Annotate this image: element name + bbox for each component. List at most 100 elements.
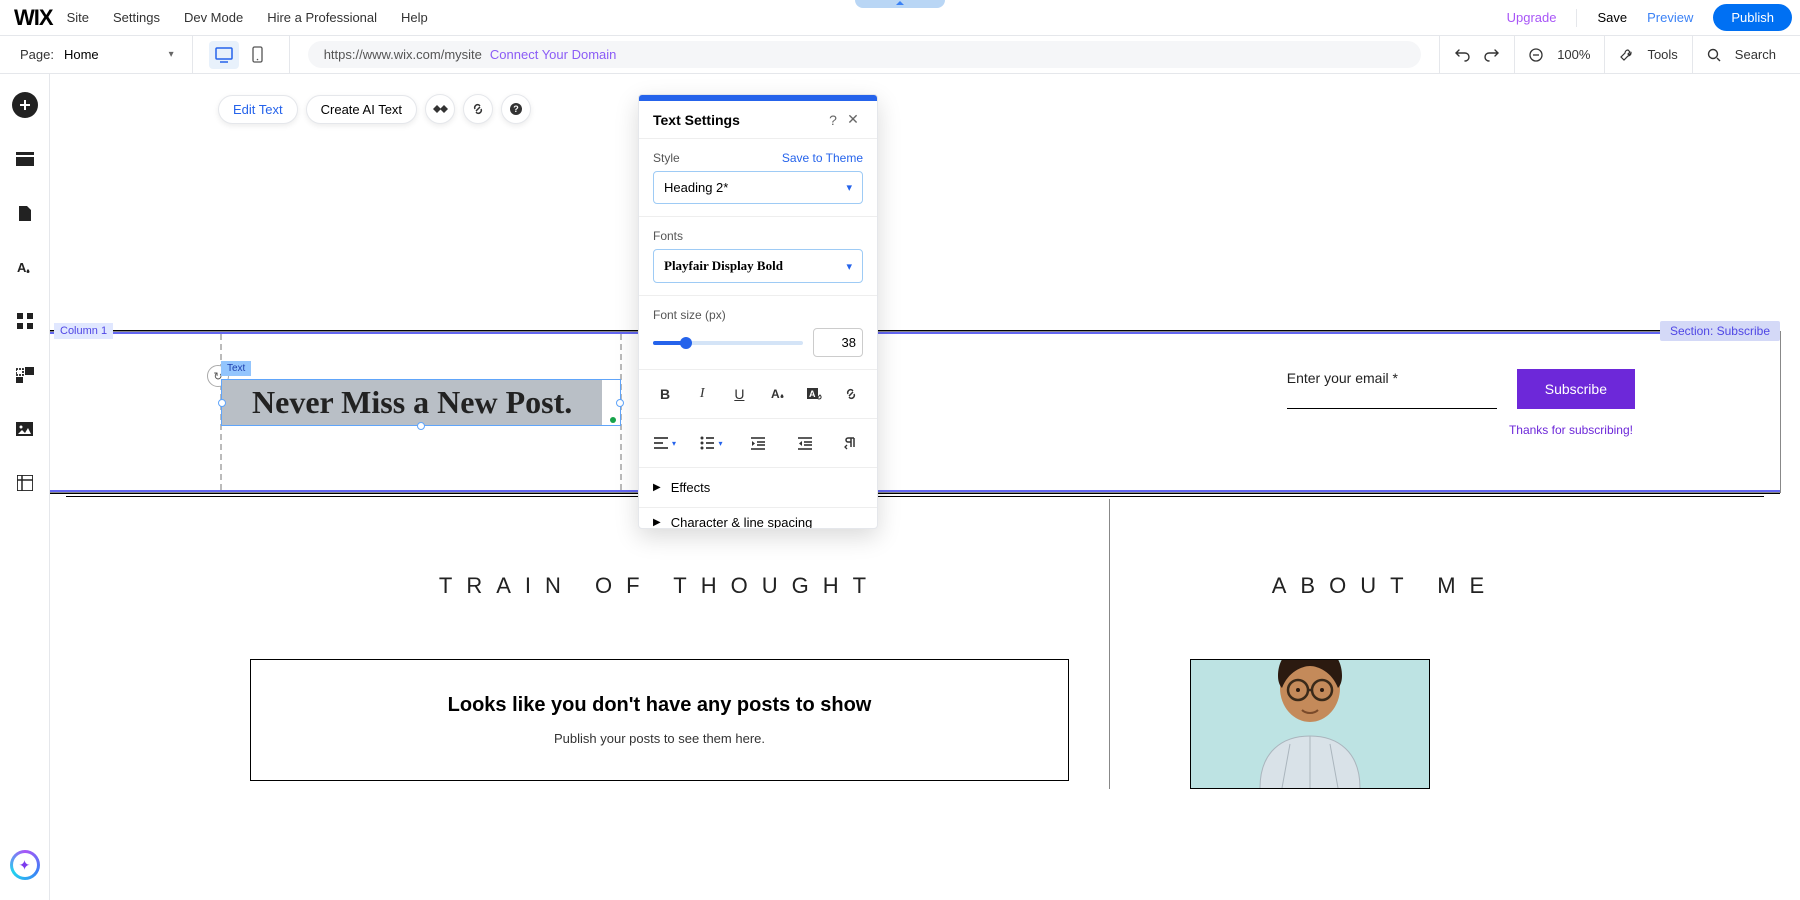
selected-text-element[interactable]: ↻ Text Never Miss a New Post.	[221, 379, 621, 426]
train-heading: TRAIN OF THOUGHT	[250, 573, 1069, 599]
outdent-button[interactable]	[746, 431, 770, 455]
style-value: Heading 2*	[664, 180, 728, 195]
font-select[interactable]: Playfair Display Bold ▾	[653, 249, 863, 283]
canvas: Edit Text Create AI Text ? Column 1 Sect…	[50, 74, 1800, 900]
panel-help-button[interactable]: ?	[823, 112, 843, 128]
font-size-label: Font size (px)	[653, 308, 726, 322]
bold-button[interactable]: B	[653, 382, 677, 406]
save-button[interactable]: Save	[1597, 10, 1627, 25]
menu-settings[interactable]: Settings	[113, 10, 160, 25]
separator	[192, 36, 193, 74]
list-button[interactable]: ▾	[700, 431, 724, 455]
apps-button[interactable]	[12, 308, 38, 334]
subscribe-button[interactable]: Subscribe	[1517, 369, 1635, 409]
publish-button[interactable]: Publish	[1713, 4, 1792, 31]
help-button[interactable]: ?	[501, 94, 531, 124]
text-color-button[interactable]: A	[765, 382, 789, 406]
url-bar[interactable]: https://www.wix.com/mysite Connect Your …	[308, 41, 1421, 68]
text-format-row: B I U A A	[639, 370, 877, 419]
zoom-icon	[1529, 48, 1543, 62]
media-button[interactable]	[12, 416, 38, 442]
add-button[interactable]	[12, 92, 38, 118]
status-dot	[610, 417, 616, 423]
page-name: Home	[64, 47, 99, 62]
indent-button[interactable]	[793, 431, 817, 455]
cms-button[interactable]	[12, 470, 38, 496]
theme-button[interactable]: A	[12, 254, 38, 280]
desktop-view-button[interactable]	[209, 41, 239, 69]
wix-logo[interactable]: WIX	[14, 5, 53, 31]
about-heading: ABOUT ME	[1190, 573, 1580, 599]
zoom-control[interactable]: 100%	[1514, 36, 1604, 74]
chevron-down-icon: ▾	[846, 181, 852, 194]
element-toolbar: Edit Text Create AI Text ?	[218, 94, 531, 124]
italic-button[interactable]: I	[690, 382, 714, 406]
menu-help[interactable]: Help	[401, 10, 428, 25]
save-to-theme-link[interactable]: Save to Theme	[782, 151, 863, 165]
resize-handle-right[interactable]	[616, 399, 624, 407]
editor-toolbar: Page: Home ▾ https://www.wix.com/mysite …	[0, 36, 1800, 74]
subscribe-section[interactable]: ↻ Text Never Miss a New Post. Enter your…	[50, 332, 1780, 492]
sections-button[interactable]	[12, 146, 38, 172]
slider-thumb[interactable]	[680, 337, 692, 349]
divider	[1576, 9, 1577, 27]
font-size-input[interactable]	[813, 328, 863, 357]
toolbar-right: 100% Tools Search	[1439, 36, 1790, 74]
link-button[interactable]	[839, 382, 863, 406]
redo-button[interactable]	[1484, 47, 1500, 63]
create-ai-text-button[interactable]: Create AI Text	[306, 95, 417, 124]
svg-text:A: A	[771, 387, 780, 401]
heading-text[interactable]: Never Miss a New Post.	[222, 380, 602, 425]
link-button[interactable]	[463, 94, 493, 124]
undo-button[interactable]	[1454, 47, 1470, 63]
text-direction-button[interactable]	[839, 431, 863, 455]
search-button[interactable]: Search	[1692, 36, 1790, 74]
page-selector[interactable]: Home ▾	[64, 47, 182, 62]
avatar-illustration	[1220, 659, 1400, 788]
menu-hire-pro[interactable]: Hire a Professional	[267, 10, 377, 25]
thanks-message: Thanks for subscribing!	[1509, 423, 1633, 437]
panel-title: Text Settings	[653, 112, 823, 128]
fonts-label: Fonts	[653, 229, 683, 243]
ai-assistant-button[interactable]: ✦	[10, 850, 40, 880]
style-label: Style	[653, 151, 680, 165]
char-spacing-row[interactable]: ▶ Character & line spacing	[639, 508, 877, 528]
font-size-slider[interactable]	[653, 341, 803, 345]
highlight-button[interactable]: A	[802, 382, 826, 406]
zoom-value: 100%	[1557, 47, 1590, 62]
align-button[interactable]: ▾	[653, 431, 677, 455]
top-handle[interactable]	[855, 0, 945, 8]
mobile-view-button[interactable]	[243, 41, 273, 69]
tools-button[interactable]: Tools	[1604, 36, 1691, 74]
effects-label: Effects	[671, 480, 711, 495]
pages-button[interactable]	[12, 200, 38, 226]
menu-dev-mode[interactable]: Dev Mode	[184, 10, 243, 25]
chevron-down-icon: ▾	[846, 260, 852, 273]
expand-arrow-icon: ▶	[653, 482, 661, 493]
preview-button[interactable]: Preview	[1647, 10, 1693, 25]
business-button[interactable]	[12, 362, 38, 388]
section-label[interactable]: Section: Subscribe	[1660, 321, 1780, 341]
style-select[interactable]: Heading 2* ▾	[653, 171, 863, 204]
left-rail: A ✦	[0, 74, 50, 900]
resize-handle-bottom[interactable]	[417, 422, 425, 430]
about-image[interactable]	[1190, 659, 1430, 789]
connect-domain-link[interactable]: Connect Your Domain	[490, 47, 616, 62]
upgrade-link[interactable]: Upgrade	[1507, 10, 1557, 25]
resize-handle-left[interactable]	[218, 399, 226, 407]
panel-close-button[interactable]: ✕	[843, 111, 863, 128]
underline-button[interactable]: U	[727, 382, 751, 406]
animation-button[interactable]	[425, 94, 455, 124]
edit-text-button[interactable]: Edit Text	[218, 95, 298, 124]
desktop-icon	[215, 47, 233, 63]
effects-row[interactable]: ▶ Effects	[639, 468, 877, 508]
menu-site[interactable]: Site	[67, 10, 89, 25]
tools-icon	[1619, 48, 1633, 62]
lower-content: TRAIN OF THOUGHT Looks like you don't ha…	[50, 499, 1780, 789]
main-menu: Site Settings Dev Mode Hire a Profession…	[67, 10, 428, 25]
column-tag[interactable]: Column 1	[54, 323, 113, 339]
email-field[interactable]	[1287, 408, 1497, 409]
site-url: https://www.wix.com/mysite	[324, 47, 482, 62]
expand-arrow-icon: ▶	[653, 517, 661, 528]
empty-posts-box: Looks like you don't have any posts to s…	[250, 659, 1069, 781]
